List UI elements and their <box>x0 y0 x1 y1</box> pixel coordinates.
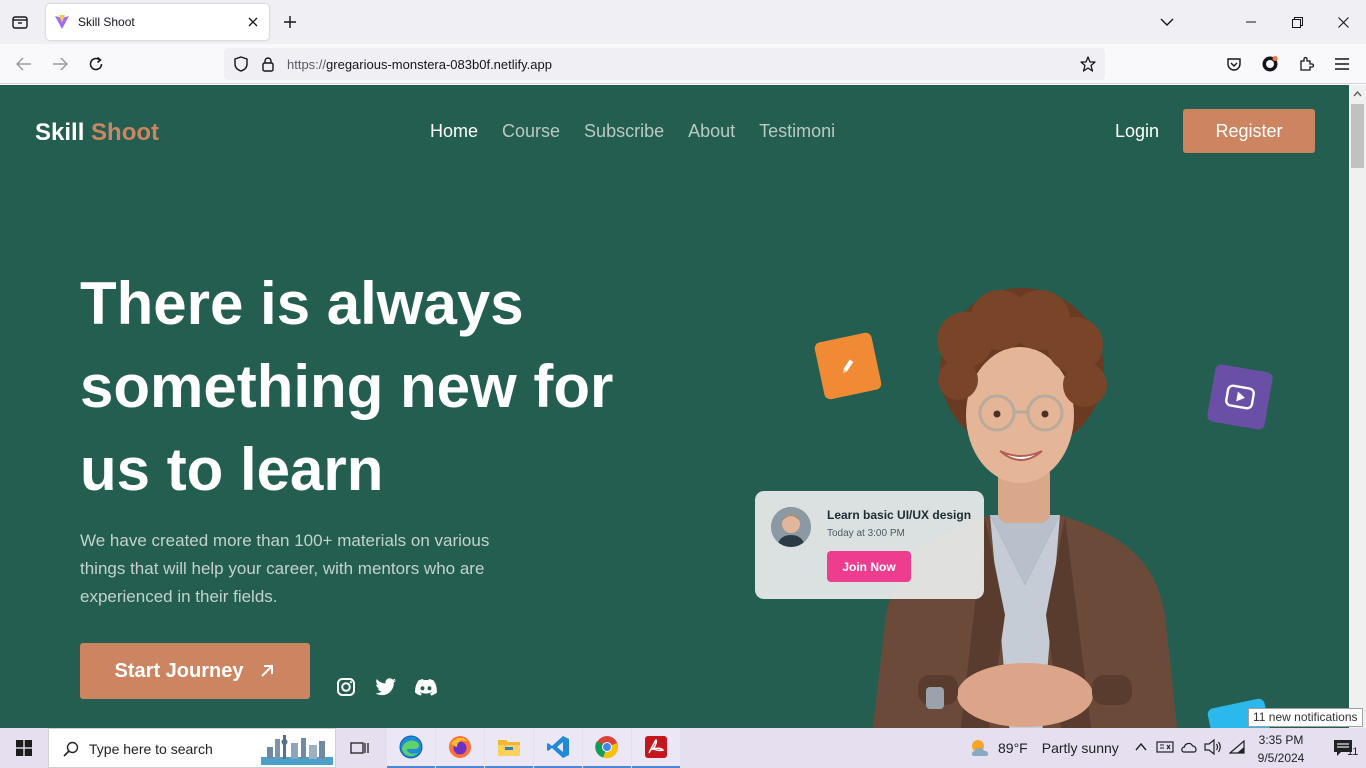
register-button[interactable]: Register <box>1183 109 1315 153</box>
hero-description: We have created more than 100+ materials… <box>80 531 490 606</box>
clock-time: 3:35 PM <box>1258 733 1304 747</box>
nav-link-home[interactable]: Home <box>430 121 478 142</box>
edge-app-icon[interactable] <box>387 728 435 768</box>
tracking-shield-icon[interactable] <box>233 56 249 72</box>
hero-title: There is always something new for us to … <box>80 270 614 503</box>
reload-icon[interactable] <box>84 52 108 76</box>
wifi-icon[interactable] <box>1228 738 1246 756</box>
event-title: Learn basic UI/UX design <box>827 508 972 522</box>
firefox-app-icon[interactable] <box>436 728 484 768</box>
windows-taskbar: Type here to search 89°F Partly sunny 3:… <box>0 728 1366 768</box>
weather-widget[interactable]: 89°F Partly sunny <box>968 728 1119 768</box>
nav-link-subscribe[interactable]: Subscribe <box>584 121 664 142</box>
notification-tooltip: 11 new notifications <box>1248 708 1363 727</box>
page-scrollbar[interactable] <box>1349 85 1366 728</box>
search-placeholder: Type here to search <box>89 741 213 757</box>
weather-temperature: 89°F <box>998 740 1028 756</box>
tab-title: Skill Shoot <box>78 15 135 29</box>
back-arrow-icon[interactable] <box>12 52 36 76</box>
tab-list-icon[interactable] <box>8 11 32 33</box>
hamburger-menu-icon[interactable] <box>1330 52 1354 76</box>
url-text: https://gregarious-monstera-083b0f.netli… <box>287 57 552 72</box>
forward-arrow-icon[interactable] <box>48 52 72 76</box>
notification-count: 11 <box>1347 746 1359 758</box>
browser-tab[interactable]: Skill Shoot <box>46 4 269 40</box>
windows-start-icon[interactable] <box>0 728 48 768</box>
vscode-app-icon[interactable] <box>534 728 582 768</box>
scrollbar-thumb[interactable] <box>1351 104 1364 168</box>
task-view-icon[interactable] <box>336 728 384 768</box>
browser-tab-bar: Skill Shoot <box>0 0 1366 44</box>
nav-link-course[interactable]: Course <box>502 121 560 142</box>
twitter-icon[interactable] <box>375 676 397 698</box>
file-explorer-icon[interactable] <box>485 728 533 768</box>
extensions-icon[interactable] <box>1294 52 1318 76</box>
video-play-tile-icon <box>1206 363 1274 431</box>
onedrive-sync-icon[interactable] <box>1180 738 1198 756</box>
page-viewport: Skill Shoot Home Course Subscribe About … <box>0 85 1349 728</box>
acrobat-app-icon[interactable] <box>632 728 680 768</box>
restore-button[interactable] <box>1274 0 1320 44</box>
input-method-icon[interactable] <box>1156 738 1174 756</box>
notification-center-icon[interactable]: 11 <box>1320 728 1366 768</box>
browser-nav-bar: https://gregarious-monstera-083b0f.netli… <box>0 44 1366 84</box>
new-tab-button[interactable] <box>280 12 300 32</box>
login-link[interactable]: Login <box>1115 121 1159 142</box>
partly-sunny-icon <box>971 740 989 756</box>
taskbar-clock[interactable]: 3:35 PM 9/5/2024 <box>1252 731 1310 767</box>
start-journey-label: Start Journey <box>114 659 244 682</box>
event-card: Learn basic UI/UX design Today at 3:00 P… <box>755 491 984 599</box>
discord-icon[interactable] <box>415 676 437 698</box>
tab-close-icon[interactable] <box>245 14 261 30</box>
close-window-button[interactable] <box>1320 0 1366 44</box>
event-time: Today at 3:00 PM <box>827 528 905 539</box>
taskbar-search[interactable]: Type here to search <box>48 728 336 768</box>
nav-link-about[interactable]: About <box>688 121 735 142</box>
search-highlight-city-icon <box>261 735 333 765</box>
site-logo[interactable]: Skill Shoot <box>35 119 159 147</box>
address-bar[interactable]: https://gregarious-monstera-083b0f.netli… <box>224 48 1105 80</box>
list-all-tabs-icon[interactable] <box>1156 12 1178 32</box>
firefox-account-icon[interactable] <box>1258 52 1282 76</box>
mentor-avatar <box>771 507 811 547</box>
join-now-button[interactable]: Join Now <box>827 551 911 582</box>
bookmark-star-icon[interactable] <box>1080 56 1096 72</box>
chrome-app-icon[interactable] <box>583 728 631 768</box>
search-icon <box>63 741 79 757</box>
minimize-button[interactable] <box>1228 0 1274 44</box>
nav-link-testimoni[interactable]: Testimoni <box>759 121 835 142</box>
arrow-up-right-icon <box>261 665 274 677</box>
chevron-up-icon[interactable] <box>1132 738 1150 756</box>
start-journey-button[interactable]: Start Journey <box>80 643 310 699</box>
site-nav: Home Course Subscribe About Testimoni <box>430 121 835 142</box>
vite-favicon-icon <box>55 15 69 29</box>
weather-description: Partly sunny <box>1041 740 1119 756</box>
clock-date: 9/5/2024 <box>1257 751 1305 765</box>
pocket-icon[interactable] <box>1222 52 1246 76</box>
scroll-up-arrow-icon[interactable] <box>1349 85 1366 102</box>
lock-icon[interactable] <box>260 56 276 72</box>
speaker-volume-icon[interactable] <box>1204 738 1222 756</box>
instagram-icon[interactable] <box>335 676 357 698</box>
